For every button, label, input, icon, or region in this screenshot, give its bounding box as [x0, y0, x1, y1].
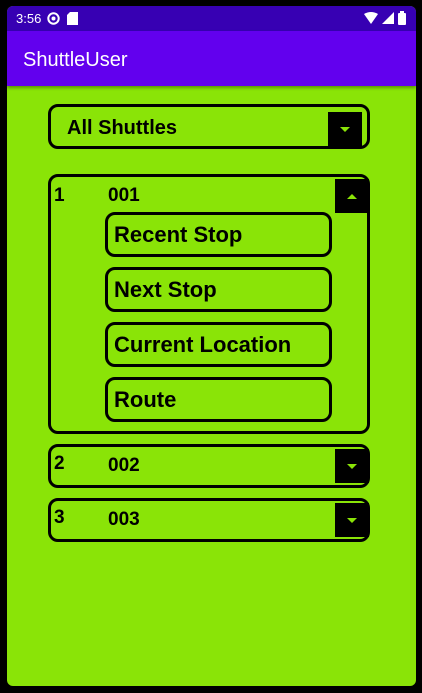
status-bar: 3:56	[7, 6, 416, 31]
shuttle-index: 2	[54, 453, 65, 474]
chevron-down-icon[interactable]	[328, 112, 362, 146]
signal-icon	[382, 12, 394, 27]
route-button[interactable]: Route	[105, 377, 332, 422]
app-bar: ShuttleUser	[7, 31, 416, 86]
battery-icon	[398, 11, 406, 28]
shuttle-card-003[interactable]: 3 003	[48, 498, 370, 542]
shuttle-id: 003	[108, 509, 140, 530]
shuttle-index: 1	[54, 185, 65, 206]
next-stop-button[interactable]: Next Stop	[105, 267, 332, 312]
recent-stop-button[interactable]: Recent Stop	[105, 212, 332, 257]
sd-card-icon	[67, 12, 78, 28]
chevron-down-icon[interactable]	[335, 503, 369, 537]
shuttle-card-001: 1 001 Recent Stop Next Stop Current Loca…	[48, 174, 370, 434]
shuttle-id: 001	[108, 185, 140, 206]
current-location-button[interactable]: Current Location	[105, 322, 332, 367]
shuttle-index: 3	[54, 507, 65, 528]
sync-icon	[47, 12, 60, 28]
chevron-down-icon[interactable]	[335, 449, 369, 483]
shuttle-id: 002	[108, 455, 140, 476]
shuttle-card-002[interactable]: 2 002	[48, 444, 370, 488]
app-title: ShuttleUser	[23, 49, 128, 71]
shuttle-filter-dropdown[interactable]: All Shuttles	[48, 104, 370, 149]
wifi-icon	[364, 12, 378, 27]
phone-screen: 3:56 ShuttleUser All Shuttles 1 001 Rece…	[7, 6, 416, 686]
status-time: 3:56	[16, 11, 42, 26]
shuttle-filter-selected: All Shuttles	[67, 117, 178, 139]
chevron-up-icon[interactable]	[335, 179, 369, 213]
